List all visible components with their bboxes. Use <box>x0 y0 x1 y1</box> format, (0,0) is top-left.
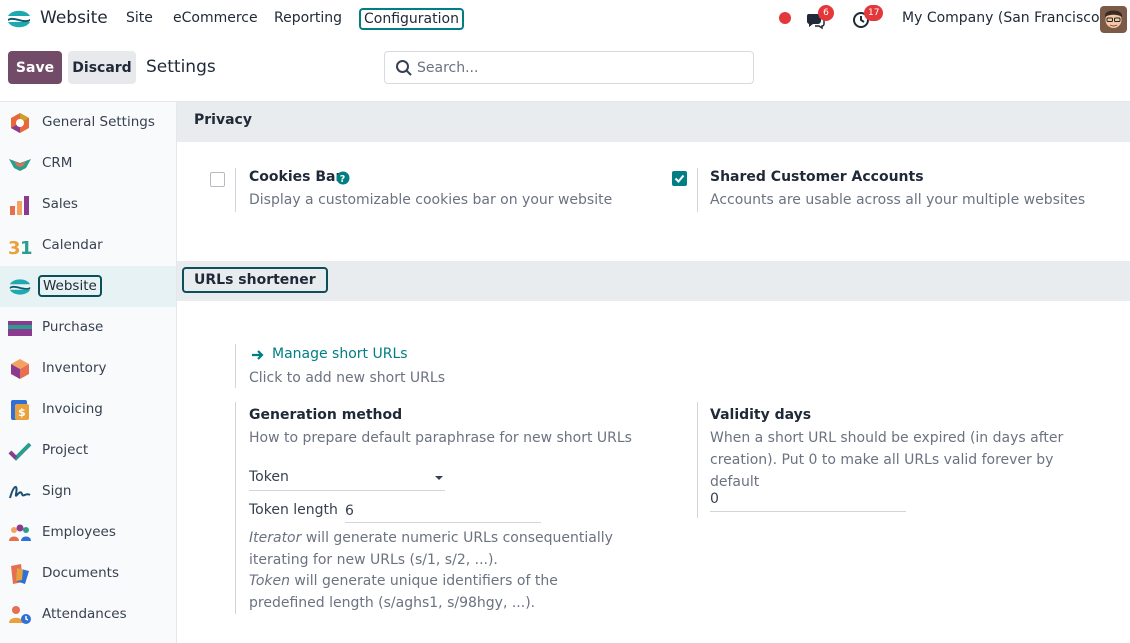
checkmark-icon <box>674 174 685 183</box>
settings-content: Privacy Cookies Bar ? Display a customiz… <box>177 101 1130 643</box>
urls-section-title: URLs shortener <box>182 267 328 293</box>
caret-down-icon <box>435 476 443 480</box>
divider <box>235 168 236 212</box>
inventory-icon <box>11 359 29 379</box>
messages-badge: 6 <box>818 5 834 21</box>
general-settings-icon <box>11 113 29 133</box>
sidebar-item-label: Purchase <box>42 319 104 335</box>
documents-icon <box>11 564 29 584</box>
search-input[interactable] <box>417 57 737 79</box>
sign-icon <box>9 486 31 499</box>
menu-configuration[interactable]: Configuration <box>359 8 464 30</box>
iterator-help-text: will generate numeric URLs consequential… <box>249 530 613 568</box>
privacy-section-header: Privacy <box>177 102 1130 142</box>
calendar-icon: 3 1 <box>8 238 32 258</box>
generation-method-title: Generation method <box>249 407 403 423</box>
employees-icon <box>9 524 31 541</box>
sidebar-item-documents[interactable]: Documents <box>0 553 176 594</box>
status-dot-icon[interactable] <box>779 12 791 24</box>
sidebar-item-sign[interactable]: Sign <box>0 471 176 512</box>
sidebar-item-label: Sign <box>42 483 72 499</box>
user-avatar-image <box>1100 6 1127 33</box>
sidebar-item-general-settings[interactable]: General Settings <box>0 102 176 143</box>
urls-section-header: URLs shortener <box>177 261 1130 301</box>
sidebar-item-label: Employees <box>42 524 116 540</box>
cookies-bar-title: Cookies Bar <box>249 169 343 185</box>
shared-accounts-description: Accounts are usable across all your mult… <box>710 192 1086 208</box>
sidebar-item-label: Attendances <box>42 606 127 622</box>
validity-days-description: When a short URL should be expired (in d… <box>710 430 1064 490</box>
sidebar-item-inventory[interactable]: Inventory <box>0 348 176 389</box>
sidebar-item-label: Documents <box>42 565 119 581</box>
cookies-bar-checkbox[interactable] <box>210 172 225 187</box>
sidebar-item-employees[interactable]: Employees <box>0 512 176 553</box>
search-icon <box>396 60 412 76</box>
generation-method-description: How to prepare default paraphrase for ne… <box>249 430 632 446</box>
token-length-input[interactable] <box>345 499 541 523</box>
menu-site[interactable]: Site <box>126 10 153 26</box>
project-icon <box>8 442 32 461</box>
sidebar-item-label: Project <box>42 442 89 458</box>
cookies-bar-description: Display a customizable cookies bar on yo… <box>249 192 613 208</box>
website-icon <box>9 279 31 295</box>
arrow-right-icon[interactable] <box>251 348 265 362</box>
menu-reporting[interactable]: Reporting <box>274 10 342 26</box>
svg-text:1: 1 <box>20 238 32 258</box>
validity-days-title: Validity days <box>710 407 812 423</box>
shared-accounts-checkbox[interactable] <box>672 171 687 186</box>
crm-icon <box>9 159 31 171</box>
sidebar-item-label: CRM <box>42 155 73 171</box>
validity-days-input[interactable] <box>710 487 906 512</box>
divider <box>697 402 698 518</box>
sidebar-item-attendances[interactable]: Attendances <box>0 594 176 635</box>
sidebar-item-calendar[interactable]: 3 1 Calendar <box>0 225 176 266</box>
top-navbar: Website Site eCommerce Reporting Configu… <box>0 0 1130 38</box>
sidebar-item-label: Website <box>38 275 102 297</box>
sidebar-item-label: Sales <box>42 196 78 212</box>
sidebar-item-sales[interactable]: Sales <box>0 184 176 225</box>
user-avatar[interactable] <box>1100 6 1127 33</box>
discard-button[interactable]: Discard <box>68 51 136 84</box>
sidebar-item-crm[interactable]: CRM <box>0 143 176 184</box>
sales-icon <box>10 196 29 215</box>
svg-text:?: ? <box>340 174 346 185</box>
page-title: Settings <box>146 57 216 77</box>
iterator-term: Iterator <box>249 530 302 546</box>
website-app-icon[interactable] <box>6 6 32 32</box>
generation-method-select[interactable]: Token <box>249 467 445 491</box>
token-length-label: Token length <box>249 502 338 518</box>
company-switcher[interactable]: My Company (San Francisco) <box>902 10 1105 26</box>
divider <box>235 344 236 388</box>
sidebar-item-purchase[interactable]: Purchase <box>0 307 176 348</box>
token-term: Token <box>249 573 290 589</box>
purchase-icon <box>8 321 32 336</box>
app-name[interactable]: Website <box>40 8 108 28</box>
sidebar-item-label: General Settings <box>42 114 155 130</box>
privacy-section-title: Privacy <box>194 112 252 128</box>
sidebar-item-label: Calendar <box>42 237 103 253</box>
invoicing-icon: $ <box>11 400 29 420</box>
settings-sidebar: General Settings CRM Sales 3 1 Calendar … <box>0 101 177 643</box>
divider <box>697 168 698 212</box>
svg-text:$: $ <box>18 406 26 419</box>
sidebar-item-label: Inventory <box>42 360 107 376</box>
generation-method-value: Token <box>249 469 289 485</box>
search-box[interactable] <box>384 51 754 84</box>
attendances-icon <box>9 606 31 624</box>
sidebar-item-project[interactable]: Project <box>0 430 176 471</box>
shared-accounts-title: Shared Customer Accounts <box>710 169 924 185</box>
manage-short-urls-link[interactable]: Manage short URLs <box>272 346 408 362</box>
token-help-text: will generate unique identifiers of the … <box>249 573 558 611</box>
divider <box>235 402 236 614</box>
svg-text:3: 3 <box>8 238 21 258</box>
generation-method-help: Iterator will generate numeric URLs cons… <box>249 528 629 614</box>
manage-short-urls-description: Click to add new short URLs <box>249 370 445 386</box>
sidebar-item-website[interactable]: Website <box>0 266 176 307</box>
sidebar-item-invoicing[interactable]: $ Invoicing <box>0 389 176 430</box>
save-button[interactable]: Save <box>8 51 62 84</box>
help-icon[interactable]: ? <box>336 171 350 185</box>
sidebar-item-label: Invoicing <box>42 401 103 417</box>
activities-badge: 17 <box>864 5 884 21</box>
menu-ecommerce[interactable]: eCommerce <box>173 10 258 26</box>
